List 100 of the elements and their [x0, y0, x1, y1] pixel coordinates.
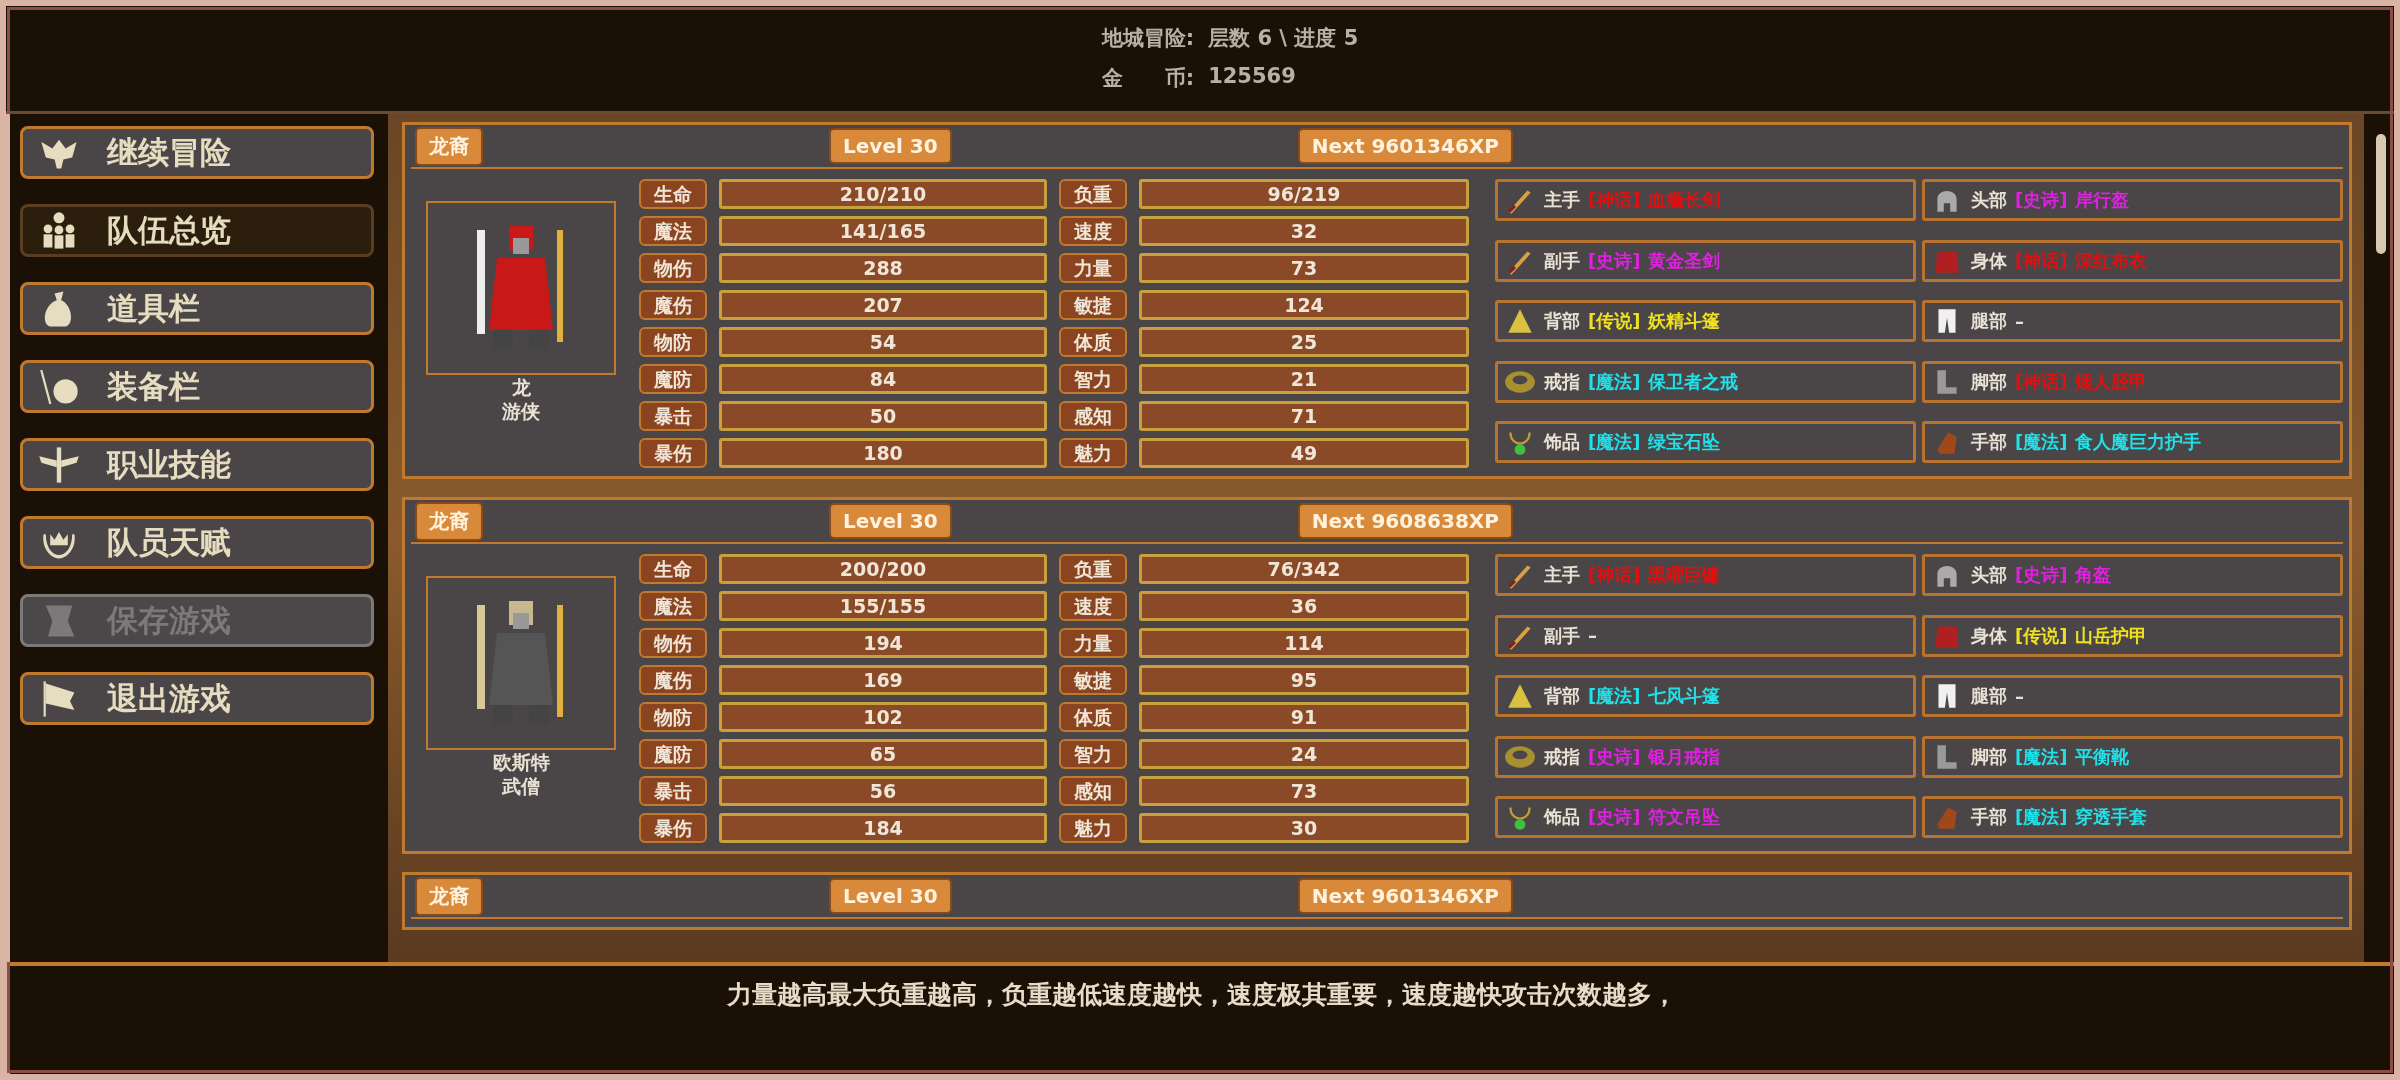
stat-value-bar: 207: [719, 290, 1047, 320]
rarity-tag: [传说]: [1588, 309, 1641, 334]
stat-label: 物防: [639, 327, 707, 357]
rarity-tag: [魔法]: [1588, 430, 1641, 455]
equipment-slot[interactable]: 背部 [传说] 妖精斗篷: [1495, 300, 1916, 343]
stat-label: 物伤: [639, 253, 707, 283]
info-value: 125569: [1208, 64, 1296, 90]
stat-value-bar: 32: [1139, 216, 1469, 246]
stat-value-bar: 25: [1139, 327, 1469, 357]
equipment-slot[interactable]: 副手 –: [1495, 614, 1916, 657]
stat-value-bar: 141/165: [719, 216, 1047, 246]
stat-value-bar: 50: [719, 401, 1047, 431]
rarity-tag: [神话]: [1588, 188, 1641, 212]
stat-label: 力量: [1059, 253, 1127, 283]
scroll-bar[interactable]: [2376, 134, 2386, 254]
slot-label: 腿部: [1971, 309, 2007, 334]
equipment-slot[interactable]: 饰品 [史诗] 符文吊坠: [1495, 796, 1916, 839]
stat-value-bar: 155/155: [719, 591, 1047, 621]
equipment-slot[interactable]: 头部 [史诗] 岸行盔: [1922, 179, 2343, 221]
slot-label: 身体: [1971, 248, 2007, 273]
stat-value-bar: 49: [1139, 438, 1469, 468]
stat-value-bar: 73: [1139, 776, 1469, 806]
equipment-slot[interactable]: 身体 [神话] 深红布衣: [1922, 239, 2343, 282]
item-name: –: [2015, 310, 2024, 332]
menu-button[interactable]: 装备栏: [20, 360, 374, 413]
equipment-slot[interactable]: 主手 [神话] 黑曜巨镰: [1495, 554, 1916, 596]
item-name: 保卫者之戒: [1648, 369, 1739, 394]
stat-value-bar: 210/210: [719, 179, 1047, 209]
character-name: 欧斯特: [492, 750, 550, 774]
rarity-tag: [史诗]: [1588, 248, 1641, 273]
item-name: 妖精斗篷: [1648, 309, 1721, 334]
slot-label: 脚部: [1971, 744, 2007, 769]
menu-button[interactable]: 继续冒险: [20, 126, 374, 179]
slot-label: 头部: [1971, 188, 2007, 212]
stat-label: 速度: [1059, 216, 1127, 246]
level-badge: Level 30: [829, 878, 952, 914]
rarity-tag: [魔法]: [2015, 430, 2068, 455]
slot-label: 饰品: [1544, 430, 1580, 455]
rarity-tag: [史诗]: [2015, 563, 2068, 587]
slot-label: 副手: [1544, 248, 1580, 273]
next-xp-badge: Next 9601346XP: [1297, 128, 1513, 164]
stat-value-bar: 169: [719, 665, 1047, 695]
stat-label: 敏捷: [1059, 665, 1127, 695]
stat-label: 魅力: [1059, 438, 1127, 468]
equipment-slot[interactable]: 背部 [魔法] 七风斗篷: [1495, 675, 1916, 718]
stat-value-bar: 96/219: [1139, 179, 1469, 209]
menu-button[interactable]: 职业技能: [20, 438, 374, 491]
item-name: 穿透手套: [2075, 805, 2148, 830]
rarity-tag: [神话]: [2015, 369, 2068, 394]
info-value: 层数 6 \ 进度 5: [1208, 25, 1359, 52]
rarity-tag: [神话]: [2015, 248, 2068, 273]
equipment-slot[interactable]: 手部 [魔法] 穿透手套: [1922, 796, 2343, 839]
menu-button[interactable]: 退出游戏: [20, 672, 374, 725]
equipment-slot[interactable]: 主手 [神话] 血瘾长剑: [1495, 179, 1916, 221]
item-name: 黑曜巨镰: [1648, 563, 1721, 587]
equipment-slot[interactable]: 腿部 –: [1922, 300, 2343, 343]
item-name: 血瘾长剑: [1648, 188, 1721, 212]
menu-button[interactable]: 队伍总览: [20, 204, 374, 257]
item-name: 绿宝石坠: [1648, 430, 1721, 455]
slot-label: 腿部: [1971, 684, 2007, 709]
equipment-slot[interactable]: 戒指 [魔法] 保卫者之戒: [1495, 360, 1916, 403]
menu-button[interactable]: 道具栏: [20, 282, 374, 335]
level-badge: Level 30: [829, 503, 952, 539]
character-class: 游侠: [502, 399, 540, 423]
item-name: 深红布衣: [2075, 248, 2148, 273]
equipment-slot[interactable]: 脚部 [魔法] 平衡靴: [1922, 735, 2343, 778]
stat-label: 智力: [1059, 364, 1127, 394]
slot-label: 背部: [1544, 309, 1580, 334]
equipment-slot[interactable]: 腿部 –: [1922, 675, 2343, 718]
stat-label: 感知: [1059, 401, 1127, 431]
equipment-slot[interactable]: 戒指 [史诗] 银月戒指: [1495, 735, 1916, 778]
equipment-slot[interactable]: 脚部 [神话] 矮人胫甲: [1922, 360, 2343, 403]
stat-value-bar: 84: [719, 364, 1047, 394]
stat-label: 魅力: [1059, 813, 1127, 843]
stat-value-bar: 24: [1139, 739, 1469, 769]
stat-value-bar: 76/342: [1139, 554, 1469, 584]
menu-button[interactable]: 队员天赋: [20, 516, 374, 569]
item-name: 符文吊坠: [1648, 805, 1721, 830]
equipment-slot[interactable]: 身体 [传说] 山岳护甲: [1922, 614, 2343, 657]
slot-label: 主手: [1544, 563, 1580, 587]
item-name: 山岳护甲: [2075, 623, 2148, 648]
stat-label: 速度: [1059, 591, 1127, 621]
stat-value-bar: 288: [719, 253, 1047, 283]
stat-value-bar: 73: [1139, 253, 1469, 283]
stat-value-bar: 180: [719, 438, 1047, 468]
equipment-slot[interactable]: 副手 [史诗] 黄金圣剑: [1495, 239, 1916, 282]
stat-label: 暴击: [639, 401, 707, 431]
equipment-slot[interactable]: 头部 [史诗] 角盔: [1922, 554, 2343, 596]
rarity-tag: [魔法]: [1588, 684, 1641, 709]
slot-label: 戒指: [1544, 744, 1580, 769]
item-name: 七风斗篷: [1648, 684, 1721, 709]
stat-value-bar: 184: [719, 813, 1047, 843]
equipment-slot[interactable]: 手部 [魔法] 食人魔巨力护手: [1922, 421, 2343, 464]
item-name: 矮人胫甲: [2075, 369, 2148, 394]
slot-label: 饰品: [1544, 805, 1580, 830]
stat-label: 物防: [639, 702, 707, 732]
equipment-slot[interactable]: 饰品 [魔法] 绿宝石坠: [1495, 421, 1916, 464]
rarity-tag: [史诗]: [2015, 188, 2068, 212]
stat-label: 感知: [1059, 776, 1127, 806]
rarity-tag: [魔法]: [2015, 805, 2068, 830]
